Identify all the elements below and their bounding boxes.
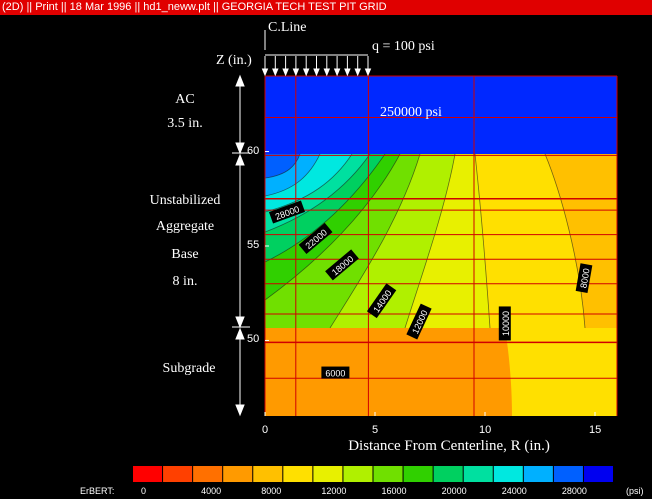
centerline-label: C.Line <box>268 20 307 35</box>
legend-swatch <box>193 466 223 482</box>
legend-swatch <box>253 466 283 482</box>
legend-swatch <box>283 466 313 482</box>
contour-label: 6000 <box>321 366 350 379</box>
load-arrow <box>333 56 341 77</box>
y-tick-label: 50 <box>247 333 260 346</box>
load-arrow <box>313 56 320 77</box>
legend-swatch <box>433 466 463 482</box>
svg-text:6000: 6000 <box>325 369 345 379</box>
legend-swatch <box>583 466 613 482</box>
legend-tick-label: 4000 <box>201 486 222 496</box>
load-arrow <box>282 56 289 77</box>
z-axis-label: Z (in.) <box>216 53 252 68</box>
load-arrow <box>272 56 279 77</box>
x-axis-label: Distance From Centerline, R (in.) <box>348 438 550 454</box>
layer-ac-thickness: 3.5 in. <box>167 116 203 131</box>
legend-swatch <box>223 466 253 482</box>
legend-swatch <box>343 466 373 482</box>
load-arrow <box>323 56 331 77</box>
x-tick-label: 0 <box>262 424 269 436</box>
load-arrow <box>261 56 269 77</box>
legend-swatch <box>133 466 163 482</box>
legend-swatch <box>493 466 523 482</box>
x-tick-label: 15 <box>589 424 602 436</box>
legend-tick-label: 12000 <box>321 486 347 496</box>
legend-swatch <box>553 466 583 482</box>
legend-unit: (psi) <box>626 486 644 496</box>
legend-tick-label: 20000 <box>441 486 467 496</box>
legend-swatch <box>523 466 553 482</box>
layer-base-line-3: Base <box>171 247 199 262</box>
load-arrow <box>344 56 351 77</box>
y-tick-label: 60 <box>247 144 260 157</box>
ac-modulus-label: 250000 psi <box>380 105 442 120</box>
legend-tick-label: 28000 <box>561 486 587 496</box>
legend-swatch <box>403 466 433 482</box>
contour-label: 10000 <box>498 306 511 341</box>
svg-text:10000: 10000 <box>501 311 511 336</box>
layer-base-line-4: 8 in. <box>172 274 198 289</box>
load-arrow <box>292 56 300 77</box>
x-tick-label: 5 <box>372 424 379 436</box>
legend-swatch <box>163 466 193 482</box>
layer-base-line-2: Aggregate <box>155 219 215 234</box>
legend-tick-label: 0 <box>141 486 147 496</box>
load-arrow <box>354 56 361 77</box>
legend-swatch <box>373 466 403 482</box>
legend-swatch <box>463 466 493 482</box>
load-label: q = 100 psi <box>372 39 435 54</box>
legend-tick-label: 16000 <box>381 486 407 496</box>
subgrade-layer <box>265 328 617 416</box>
load-arrow <box>364 56 372 77</box>
layer-ac-name: AC <box>175 92 195 107</box>
layer-base-line-1: Unstabilized <box>149 193 221 208</box>
legend-tick-label: 24000 <box>501 486 527 496</box>
legend-tick-label: 8000 <box>261 486 282 496</box>
y-tick-label: 55 <box>247 239 260 251</box>
legend-swatch <box>313 466 343 482</box>
load-arrow <box>302 56 310 77</box>
chart-plot: 2800022000180001400012000 1000080006000 <box>133 30 618 482</box>
legend-label: ErBERT: <box>80 486 115 496</box>
legend-color-bar <box>133 466 613 482</box>
layer-subgrade-name: Subgrade <box>162 361 216 376</box>
x-tick-label: 10 <box>479 424 492 436</box>
